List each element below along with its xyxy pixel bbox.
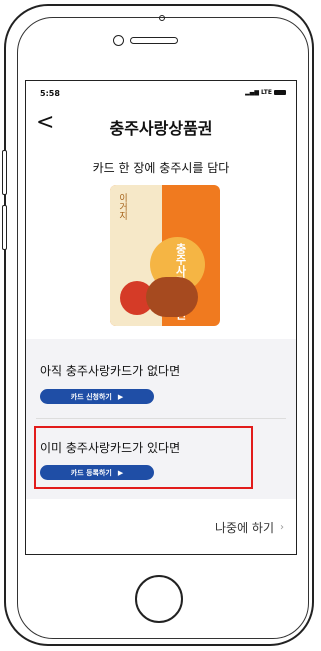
network-label: LTE xyxy=(260,89,272,96)
volume-button xyxy=(2,205,7,250)
status-bar: 5:58 ▂▄▆ LTE xyxy=(26,87,296,103)
status-time: 5:58 xyxy=(40,89,60,98)
signal-icon: ▂▄▆ xyxy=(245,89,259,96)
earpiece-speaker xyxy=(130,37,178,44)
apply-card-button-label: 카드 신청하기 xyxy=(70,392,112,401)
play-arrow-icon: ▶ xyxy=(117,392,124,401)
card-image: 이거지 충주사랑상품권 xyxy=(110,185,220,326)
subtitle: 카드 한 장에 충주시를 담다 xyxy=(92,161,230,175)
nav-bar: < 충주사랑상품권 xyxy=(26,109,296,139)
section-divider xyxy=(36,418,286,419)
card-side-text: 이거지 xyxy=(117,193,127,220)
later-link[interactable]: 나중에 하기 › xyxy=(215,519,284,536)
sensor xyxy=(113,35,124,46)
app-screen: 5:58 ▂▄▆ LTE < 충주사랑상품권 카드 한 장에 충주시를 담다 이… xyxy=(25,80,297,555)
battery-icon xyxy=(274,90,286,95)
chevron-right-icon: › xyxy=(280,522,284,533)
apply-section-title: 아직 충주사랑카드가 없다면 xyxy=(40,364,181,378)
page-title: 충주사랑상품권 xyxy=(109,119,213,138)
later-label: 나중에 하기 xyxy=(214,521,274,535)
squirrel-illustration xyxy=(146,277,198,317)
home-button[interactable] xyxy=(135,575,183,623)
volume-button xyxy=(2,150,7,195)
apply-card-button[interactable]: 카드 신청하기 ▶ xyxy=(40,389,154,404)
highlight-box xyxy=(34,426,253,489)
front-camera xyxy=(159,15,165,21)
status-right: ▂▄▆ LTE xyxy=(245,89,286,96)
